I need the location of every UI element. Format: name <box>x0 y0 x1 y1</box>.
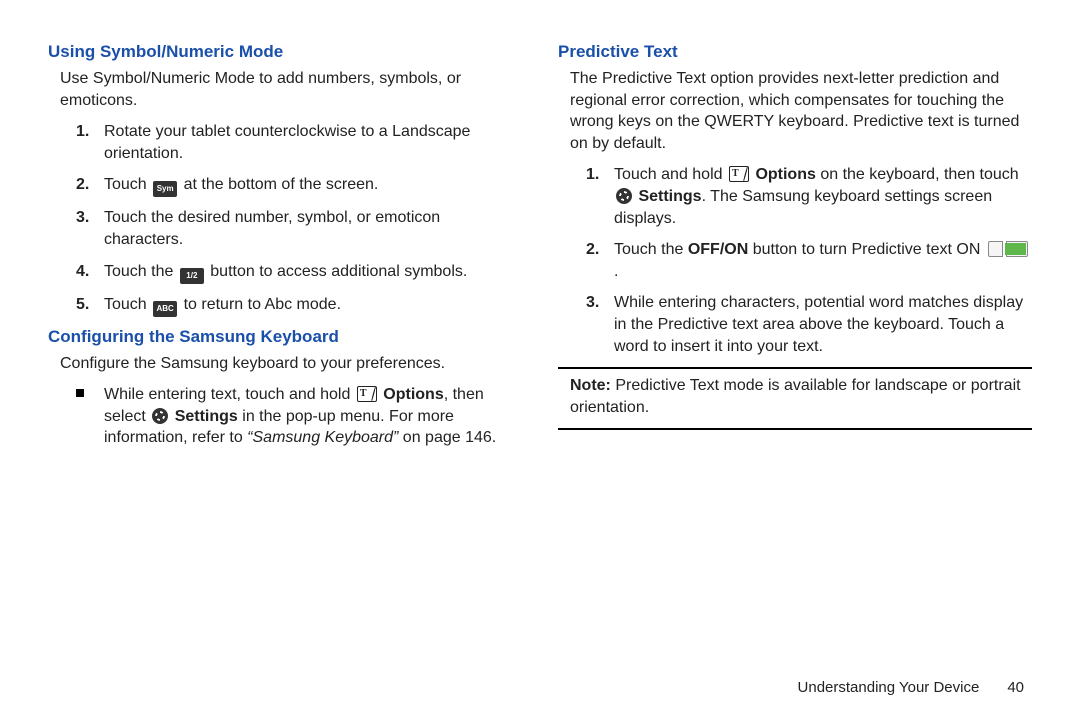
divider <box>558 367 1032 369</box>
note-block: Note: Predictive Text mode is available … <box>558 375 1032 418</box>
options-icon <box>357 386 377 402</box>
list-item: Touch the OFF/ON button to turn Predicti… <box>592 239 1032 282</box>
list-item: Touch Sym at the bottom of the screen. <box>82 174 522 197</box>
options-icon <box>729 166 749 182</box>
list-item: While entering characters, potential wor… <box>592 292 1032 357</box>
heading-symbol-numeric: Using Symbol/Numeric Mode <box>48 42 522 62</box>
step-text: Touch <box>104 296 151 313</box>
list-item: Touch and hold Options on the keyboard, … <box>592 164 1032 229</box>
gear-icon <box>616 188 632 204</box>
footer-chapter: Understanding Your Device <box>798 679 980 696</box>
step-text: . <box>614 263 618 280</box>
heading-predictive-text: Predictive Text <box>558 42 1032 62</box>
bullets-configuring-keyboard: While entering text, touch and hold Opti… <box>48 384 522 449</box>
sym-key-icon: Sym <box>153 181 177 197</box>
bullet-text: on page 146. <box>398 429 496 446</box>
gear-icon <box>152 408 168 424</box>
cross-reference: “Samsung Keyboard” <box>247 429 398 446</box>
settings-label: Settings <box>638 188 701 205</box>
divider <box>558 428 1032 430</box>
off-on-label: OFF/ON <box>688 241 748 258</box>
manual-page: Using Symbol/Numeric Mode Use Symbol/Num… <box>0 0 1080 720</box>
square-bullet-icon <box>76 389 84 397</box>
page-1-2-key-icon: 1/2 <box>180 268 204 284</box>
options-label: Options <box>383 386 443 403</box>
intro-predictive-text: The Predictive Text option provides next… <box>558 68 1032 154</box>
abc-key-icon: ABC <box>153 301 177 317</box>
note-label: Note: <box>570 377 611 394</box>
list-item: Rotate your tablet counterclockwise to a… <box>82 121 522 164</box>
steps-predictive-text: Touch and hold Options on the keyboard, … <box>558 164 1032 357</box>
on-switch-icon <box>988 241 1028 257</box>
intro-symbol-numeric: Use Symbol/Numeric Mode to add numbers, … <box>48 68 522 111</box>
step-text: at the bottom of the screen. <box>184 176 379 193</box>
intro-configuring-keyboard: Configure the Samsung keyboard to your p… <box>48 353 522 375</box>
step-text: Touch <box>104 176 151 193</box>
list-item: Touch ABC to return to Abc mode. <box>82 294 522 317</box>
step-text: to return to Abc mode. <box>184 296 341 313</box>
list-item: Touch the 1/2 button to access additiona… <box>82 261 522 284</box>
bullet-text: in the pop-up menu. <box>238 408 389 425</box>
step-text: Touch the <box>104 263 178 280</box>
bullet-text: While entering text, touch and hold <box>104 386 355 403</box>
step-text: button to turn Predictive text ON <box>748 241 985 258</box>
page-footer: Understanding Your Device 40 <box>798 679 1024 696</box>
note-body: Predictive Text mode is available for la… <box>570 377 1021 416</box>
settings-label: Settings <box>175 408 238 425</box>
list-item: Touch the desired number, symbol, or emo… <box>82 207 522 250</box>
options-label: Options <box>755 166 815 183</box>
step-text: Touch the <box>614 241 688 258</box>
steps-symbol-numeric: Rotate your tablet counterclockwise to a… <box>48 121 522 316</box>
step-text: button to access additional symbols. <box>210 263 467 280</box>
right-column: Predictive Text The Predictive Text opti… <box>558 38 1032 700</box>
step-text: on the keyboard, then touch <box>816 166 1019 183</box>
heading-configuring-keyboard: Configuring the Samsung Keyboard <box>48 327 522 347</box>
step-text: Touch and hold <box>614 166 727 183</box>
list-item: While entering text, touch and hold Opti… <box>82 384 522 449</box>
footer-page-number: 40 <box>1007 679 1024 696</box>
left-column: Using Symbol/Numeric Mode Use Symbol/Num… <box>48 38 522 700</box>
